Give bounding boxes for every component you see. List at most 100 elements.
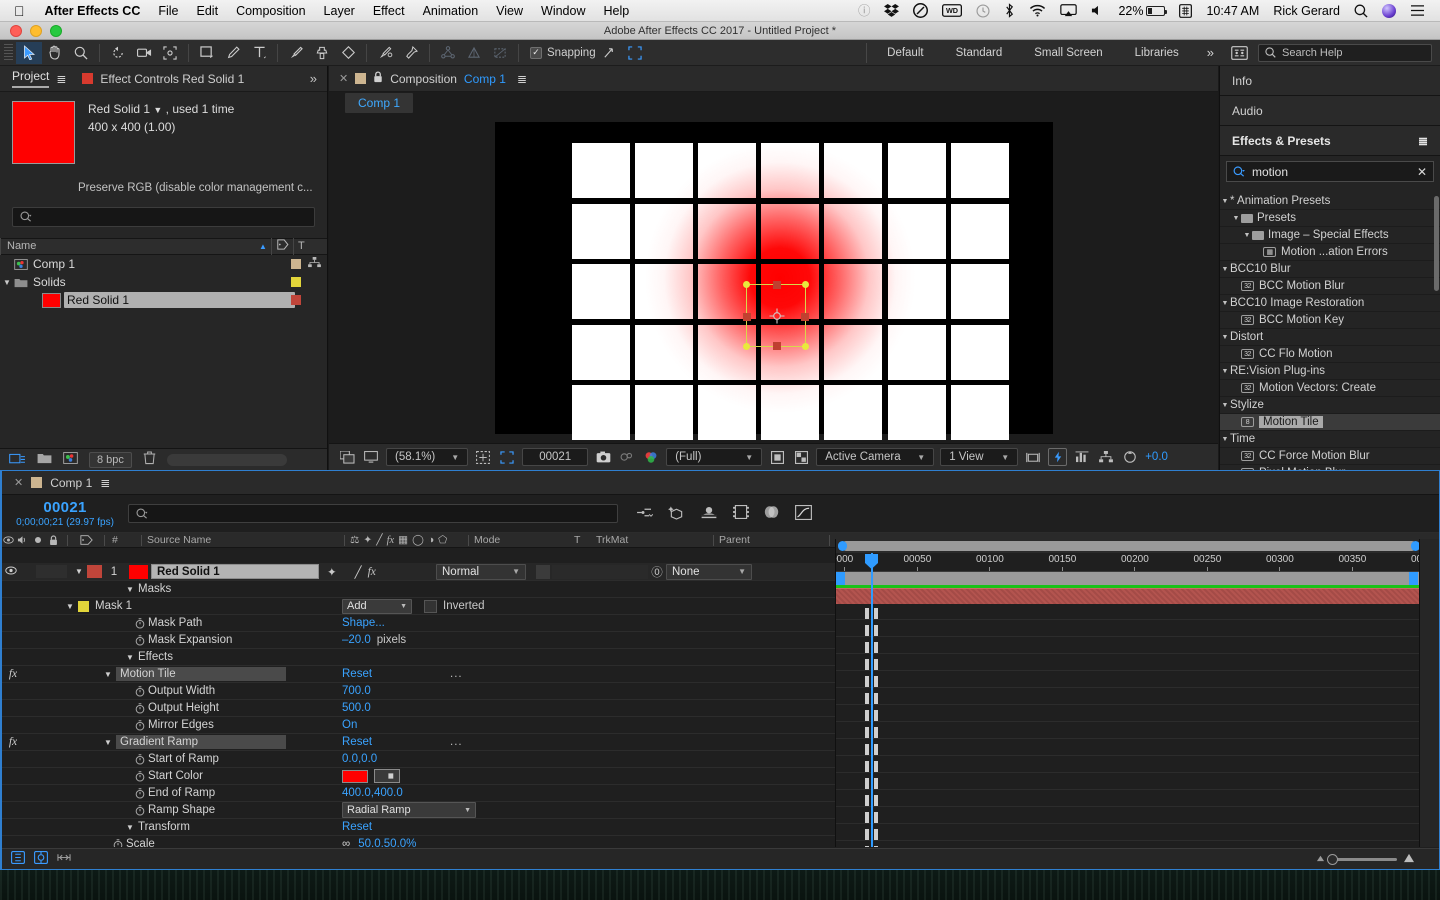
twirl-down-icon[interactable]: ▼ [100, 670, 116, 679]
pixel-aspect-correction-icon[interactable] [1024, 448, 1042, 466]
twirl-down-icon[interactable]: ▼ [1220, 266, 1230, 273]
new-comp-icon[interactable] [63, 452, 78, 467]
effects-tree-item[interactable]: ▼ BCC10 Blur [1220, 261, 1440, 278]
layer-source-name[interactable]: Red Solid 1 [151, 564, 319, 579]
project-search-input[interactable] [12, 207, 315, 227]
main-viewer-icon[interactable] [362, 448, 380, 466]
constrain-proportions-icon[interactable]: ∞ [342, 838, 350, 847]
playhead-line[interactable] [871, 553, 873, 847]
property-value[interactable]: 0.0,0.0 [342, 753, 377, 765]
tab-project[interactable]: Project ≣ [0, 66, 74, 92]
tab-effect-controls[interactable]: Effect Controls Red Solid 1 [74, 66, 252, 92]
new-folder-icon[interactable] [37, 452, 52, 467]
property-value[interactable]: Reset [342, 736, 372, 748]
exposure-value[interactable]: +0.0 [1145, 451, 1168, 463]
column-mode[interactable]: Mode [474, 533, 574, 548]
property-row[interactable]: Start Color [2, 768, 835, 785]
effects-scrollbar[interactable] [1434, 196, 1439, 291]
menu-view[interactable]: View [487, 0, 532, 22]
snapping-toggle[interactable]: ✓ Snapping [530, 46, 596, 59]
frame-blend-icon[interactable]: ▦ [398, 534, 408, 546]
panel-menu-icon[interactable]: ≣ [517, 72, 527, 86]
handle-top-right[interactable] [801, 281, 809, 288]
column-source-name[interactable]: Source Name [147, 533, 339, 548]
selection-tool[interactable] [16, 41, 42, 64]
column-number[interactable]: # [110, 533, 136, 548]
property-row[interactable]: Ramp Shape Radial Ramp ▼ [2, 802, 835, 819]
property-value[interactable]: Reset [342, 668, 372, 680]
property-value[interactable]: Reset [342, 821, 372, 833]
reset-exposure-icon[interactable] [1121, 448, 1139, 466]
label-icon[interactable] [73, 533, 99, 548]
anchor-point-icon[interactable] [769, 308, 785, 324]
workspace-libraries[interactable]: Libraries [1119, 40, 1195, 66]
effects-tree[interactable]: ▼ * Animation Presets ▼ Presets ▼ Image – Spe… [1220, 193, 1440, 470]
panel-menu-icon[interactable]: ≣ [1418, 134, 1428, 148]
collapse-transformations-icon[interactable]: ✦ [363, 534, 372, 546]
list-item[interactable]: Comp 1 [0, 255, 327, 273]
composition-mini-flowchart-icon[interactable] [636, 506, 654, 522]
twirl-down-icon[interactable]: ▼ [100, 738, 116, 747]
timeline-search-input[interactable] [128, 504, 618, 523]
stopwatch-icon[interactable] [132, 770, 148, 782]
work-area-start-handle[interactable] [836, 572, 845, 585]
toggle-mask-icon[interactable] [768, 448, 786, 466]
type-tool[interactable] [246, 42, 272, 64]
puppet-starch-tool[interactable] [461, 42, 487, 64]
menu-file[interactable]: File [149, 0, 187, 22]
time-navigator-track[interactable] [841, 541, 1417, 551]
handle-bottom-right[interactable] [801, 343, 809, 350]
property-row[interactable]: Mask Expansion –20.0 pixels [2, 632, 835, 649]
eyedropper-icon[interactable] [374, 769, 400, 783]
stopwatch-icon[interactable] [132, 804, 148, 816]
stopwatch-icon[interactable] [132, 787, 148, 799]
bluetooth-icon[interactable] [997, 3, 1022, 18]
sort-ascending-icon[interactable]: ▲ [255, 242, 271, 251]
effects-presets-panel-header[interactable]: Effects & Presets ≣ [1220, 126, 1440, 156]
property-row[interactable]: fx ▼ Gradient Ramp Reset... [2, 734, 835, 751]
layer-mode-dropdown[interactable]: Normal ▼ [436, 563, 526, 580]
timeline-graph-area[interactable]: 0000000500010000150002000025000300003500… [835, 539, 1439, 847]
property-value[interactable]: 50.0,50.0% [358, 838, 416, 847]
rigid-mask-tool[interactable] [435, 42, 461, 64]
toggle-transparency-grid-icon[interactable] [792, 448, 810, 466]
zoom-slider-knob[interactable] [1327, 853, 1338, 865]
effects-tree-item[interactable]: ▼ BCC10 Image Restoration [1220, 295, 1440, 312]
video-icon[interactable] [2, 533, 14, 548]
column-label-icon[interactable] [271, 238, 293, 255]
app-name-menu[interactable]: After Effects CC [36, 0, 150, 22]
graph-editor-icon[interactable] [795, 504, 812, 523]
camera-tool[interactable] [131, 42, 157, 64]
property-row[interactable]: ▼ Transform Reset [2, 819, 835, 836]
effects-tree-item[interactable]: ▼ * Animation Presets [1220, 193, 1440, 210]
effects-tree-item[interactable]: ▼ Time [1220, 431, 1440, 448]
solo-icon[interactable] [31, 533, 45, 548]
effects-tree-item[interactable]: 32 CC Flo Motion [1220, 346, 1440, 363]
column-name[interactable]: Name [0, 238, 255, 255]
panel-menu-icon[interactable]: ≣ [100, 476, 110, 490]
stopwatch-icon[interactable] [110, 838, 126, 847]
layer-row[interactable]: ▼ 1 Red Solid 1 ✦ ╱ fx Normal ▼ ⓪ None ▼ [2, 563, 835, 581]
column-t[interactable]: T [574, 533, 596, 548]
work-area-end-handle[interactable] [1409, 572, 1418, 585]
twirl-down-icon[interactable]: ▼ [1242, 232, 1252, 239]
wifi-icon[interactable] [1022, 4, 1053, 17]
twirl-down-icon[interactable]: ▼ [1220, 368, 1230, 375]
choose-grid-icon[interactable] [474, 448, 492, 466]
timeline-zoom-slider[interactable] [1315, 853, 1430, 866]
time-machine-icon[interactable] [969, 3, 997, 18]
stopwatch-icon[interactable] [132, 702, 148, 714]
shy-icon[interactable]: ⚖ [350, 534, 359, 546]
property-value[interactable]: On [342, 719, 357, 731]
property-value[interactable]: 700.0 [342, 685, 371, 697]
effects-tree-item[interactable]: 32 CC Force Motion Blur [1220, 448, 1440, 465]
menu-edit[interactable]: Edit [188, 0, 228, 22]
timeline-icon[interactable] [1073, 448, 1091, 466]
creative-cloud-icon[interactable] [906, 3, 935, 18]
quality-icon[interactable]: ╱ [376, 534, 382, 546]
twirl-down-icon[interactable]: ▼ [1231, 215, 1241, 222]
workspace-settings-icon[interactable] [1226, 42, 1252, 64]
comp-flowchart-icon[interactable] [1097, 448, 1115, 466]
stretch-icon[interactable] [57, 851, 71, 867]
time-navigator-start-handle[interactable] [838, 541, 847, 551]
